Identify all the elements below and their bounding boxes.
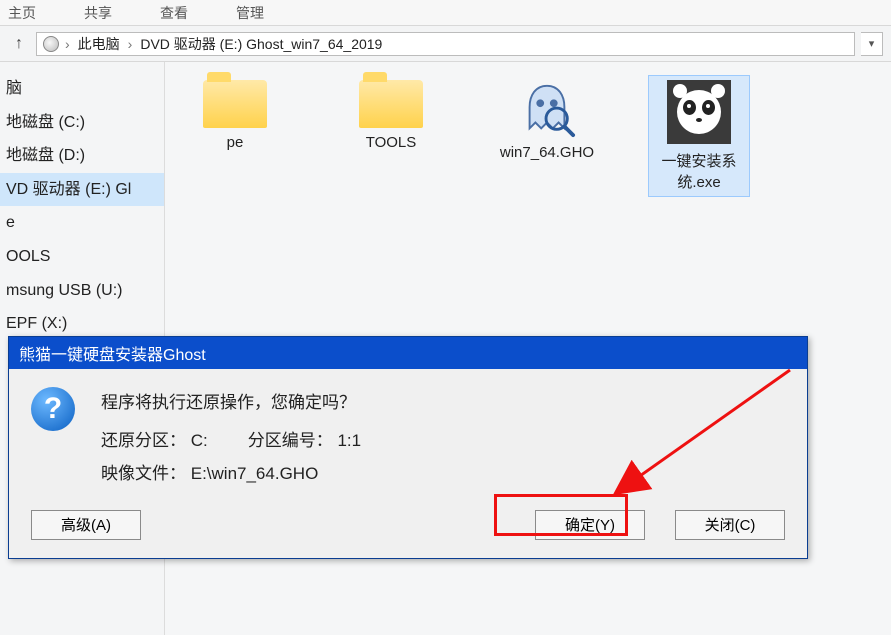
breadcrumb-drive[interactable]: DVD 驱动器 (E:) Ghost_win7_64_2019: [138, 34, 384, 54]
breadcrumb-sep: ›: [63, 36, 72, 52]
ghost-icon: [518, 80, 576, 138]
folder-icon: [203, 80, 267, 128]
dialog-body: ? 程序将执行还原操作，您确定吗？ 还原分区： C: 分区编号： 1:1 映像文…: [9, 369, 807, 504]
sidebar-item[interactable]: 地磁盘 (C:): [0, 106, 164, 140]
address-dropdown[interactable]: ▾: [861, 32, 883, 56]
question-icon: ?: [31, 387, 75, 431]
nav-up-button[interactable]: ↑: [8, 33, 30, 55]
breadcrumb-sep: ›: [126, 36, 135, 52]
ribbon-tab-view[interactable]: 查看: [160, 3, 188, 23]
file-label: 一键安装系统.exe: [653, 150, 745, 192]
file-label: win7_64.GHO: [500, 144, 594, 161]
sidebar-item[interactable]: 地磁盘 (D:): [0, 139, 164, 173]
disc-icon: [43, 36, 59, 52]
sidebar-item[interactable]: OOLS: [0, 240, 164, 274]
sidebar-item[interactable]: 脑: [0, 72, 164, 106]
ghost-dialog: 熊猫一键硬盘安装器Ghost ? 程序将执行还原操作，您确定吗？ 还原分区： C…: [8, 336, 808, 559]
file-label: TOOLS: [366, 134, 417, 151]
file-item-installer-selected[interactable]: 一键安装系统.exe: [649, 76, 749, 196]
image-value: E:\win7_64.GHO: [191, 464, 319, 483]
partition-value: C:: [191, 431, 208, 450]
partno-value: 1:1: [337, 431, 361, 450]
folder-icon: [359, 80, 423, 128]
sidebar-item-selected[interactable]: VD 驱动器 (E:) Gl: [0, 173, 164, 207]
image-label: 映像文件：: [101, 464, 186, 483]
dialog-buttons: 高级(A) 确定(Y) 关闭(C): [9, 504, 807, 558]
file-item-folder[interactable]: pe: [185, 80, 285, 151]
partition-label: 还原分区：: [101, 431, 186, 450]
sidebar-item[interactable]: e: [0, 206, 164, 240]
breadcrumb-root[interactable]: 此电脑: [76, 34, 122, 54]
file-item-folder[interactable]: TOOLS: [341, 80, 441, 151]
dialog-message: 程序将执行还原操作，您确定吗？: [101, 387, 785, 419]
dialog-text: 程序将执行还原操作，您确定吗？ 还原分区： C: 分区编号： 1:1 映像文件：…: [101, 387, 785, 490]
file-label: pe: [227, 134, 244, 151]
ribbon-tab-home[interactable]: 主页: [8, 3, 36, 23]
sidebar-item[interactable]: msung USB (U:): [0, 274, 164, 308]
address-bar[interactable]: › 此电脑 › DVD 驱动器 (E:) Ghost_win7_64_2019: [36, 32, 855, 56]
advanced-button[interactable]: 高级(A): [31, 510, 141, 540]
ok-button[interactable]: 确定(Y): [535, 510, 645, 540]
file-item-gho[interactable]: win7_64.GHO: [497, 80, 597, 161]
partno-label: 分区编号：: [248, 431, 333, 450]
ribbon-tab-share[interactable]: 共享: [84, 3, 112, 23]
ribbon-tab-manage[interactable]: 管理: [236, 3, 264, 23]
ribbon-tabs: 主页 共享 查看 管理: [0, 0, 891, 26]
address-bar-row: ↑ › 此电脑 › DVD 驱动器 (E:) Ghost_win7_64_201…: [0, 26, 891, 62]
close-button[interactable]: 关闭(C): [675, 510, 785, 540]
dialog-title: 熊猫一键硬盘安装器Ghost: [9, 337, 807, 369]
panda-icon: [667, 80, 731, 144]
